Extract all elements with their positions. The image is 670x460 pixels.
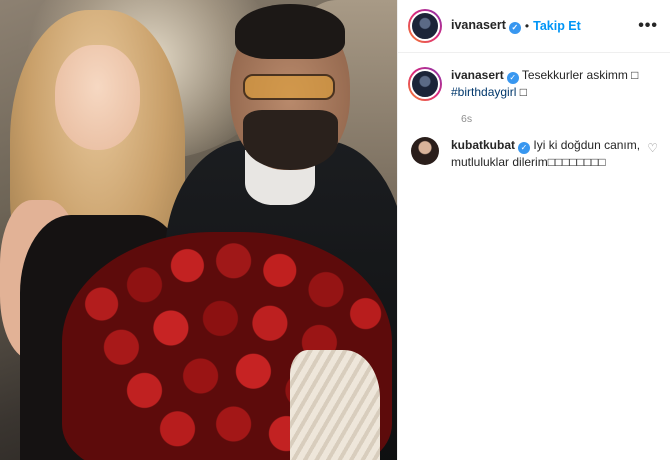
header-username[interactable]: ivanasert ✓ xyxy=(451,18,521,34)
post-timestamp[interactable]: 6s xyxy=(461,113,658,125)
verified-badge-icon: ✓ xyxy=(506,71,519,84)
avatar-image xyxy=(410,69,440,99)
photo-man-glasses xyxy=(243,74,335,100)
photo-woman-face xyxy=(55,45,140,150)
comment-item: kubatkubat ✓ Iyi ki doğdun canım, mutlulu… xyxy=(408,137,658,171)
caption-username[interactable]: ivanasert xyxy=(451,68,504,82)
caption-emoji: □ xyxy=(516,85,527,99)
post-header: ivanasert ✓ • Takip Et ••• xyxy=(398,0,670,53)
comment-text-block: kubatkubat ✓ Iyi ki doğdun canım, mutlulu… xyxy=(451,137,641,171)
instagram-post: ivanasert ✓ • Takip Et ••• ivanasert ✓ Tes… xyxy=(0,0,670,460)
post-photo[interactable] xyxy=(0,0,397,460)
post-caption: ivanasert ✓ Tesekkurler askimm □ #birthda… xyxy=(408,67,658,101)
post-side-panel: ivanasert ✓ • Takip Et ••• ivanasert ✓ Tes… xyxy=(397,0,670,460)
header-separator: • xyxy=(524,19,530,33)
comment-avatar[interactable] xyxy=(411,137,439,165)
caption-text: Tesekkurler askimm □ xyxy=(521,68,639,82)
caption-avatar[interactable] xyxy=(408,67,442,101)
heart-icon[interactable]: ♡ xyxy=(647,141,658,155)
caption-text-block: ivanasert ✓ Tesekkurler askimm □ #birthda… xyxy=(451,67,651,101)
photo-man-hair xyxy=(235,4,345,59)
avatar-image xyxy=(410,11,440,41)
header-username-text[interactable]: ivanasert xyxy=(451,18,506,32)
verified-badge-icon: ✓ xyxy=(518,141,531,154)
more-options-icon[interactable]: ••• xyxy=(638,17,658,35)
photo-man-beard xyxy=(243,110,338,170)
caption-hashtag[interactable]: #birthdaygirl xyxy=(451,85,516,99)
comment-username[interactable]: kubatkubat xyxy=(451,138,515,152)
profile-avatar[interactable] xyxy=(408,9,442,43)
verified-badge-icon: ✓ xyxy=(508,21,521,34)
follow-button[interactable]: Takip Et xyxy=(533,19,581,33)
comments-section: ivanasert ✓ Tesekkurler askimm □ #birthda… xyxy=(398,53,670,171)
photo-bouquet-wrap xyxy=(290,350,380,460)
